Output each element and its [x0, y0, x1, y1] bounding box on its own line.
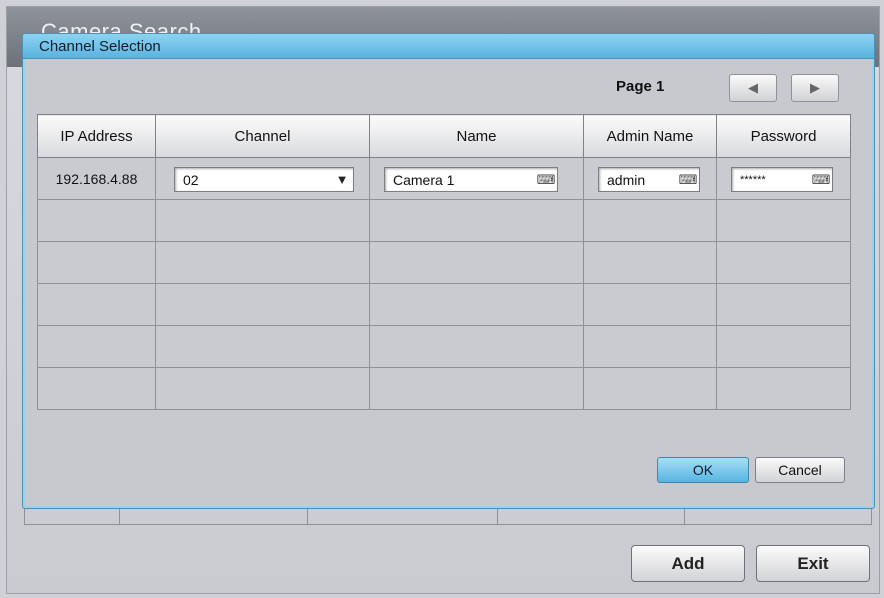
admin-name-field[interactable]: admin ⌨	[598, 167, 700, 192]
channel-value: 02	[183, 171, 199, 188]
channel-table: IP Address Channel Name Admin Name Passw…	[37, 114, 851, 410]
table-header-row: IP Address Channel Name Admin Name Passw…	[37, 114, 851, 158]
camera-name-field[interactable]: Camera 1 ⌨	[384, 167, 558, 192]
triangle-right-icon: ▶	[810, 80, 820, 95]
exit-button[interactable]: Exit	[756, 545, 870, 582]
channel-cell: 02 ▼	[155, 157, 370, 200]
dialog-title: Channel Selection	[39, 38, 161, 55]
prev-page-button[interactable]: ◀	[729, 74, 777, 102]
dropdown-arrow-icon: ▼	[335, 172, 349, 187]
next-page-button[interactable]: ▶	[791, 74, 839, 102]
table-row	[37, 241, 851, 284]
camera-name-value: Camera 1	[393, 171, 455, 188]
column-header-ip-address: IP Address	[37, 114, 156, 158]
triangle-left-icon: ◀	[748, 80, 758, 95]
column-header-admin-name: Admin Name	[583, 114, 717, 158]
ip-address-cell: 192.168.4.88	[37, 157, 156, 200]
admin-name-cell: admin ⌨	[583, 157, 717, 200]
password-field[interactable]: ****** ⌨	[731, 167, 833, 192]
dialog-titlebar: Channel Selection	[23, 34, 874, 59]
admin-name-value: admin	[607, 171, 646, 188]
table-row	[37, 325, 851, 368]
password-value: ******	[740, 173, 766, 186]
keyboard-icon[interactable]: ⌨	[535, 172, 557, 188]
ok-button[interactable]: OK	[657, 457, 749, 483]
keyboard-icon[interactable]: ⌨	[677, 172, 699, 188]
column-header-password: Password	[716, 114, 851, 158]
password-cell: ****** ⌨	[716, 157, 851, 200]
table-row	[37, 367, 851, 410]
cancel-button[interactable]: Cancel	[755, 457, 845, 483]
column-header-name: Name	[369, 114, 584, 158]
name-cell: Camera 1 ⌨	[369, 157, 584, 200]
table-row	[37, 199, 851, 242]
column-header-channel: Channel	[155, 114, 370, 158]
channel-selection-dialog: Channel Selection Page 1 ◀ ▶ IP Address …	[22, 33, 875, 509]
table-row	[37, 283, 851, 326]
channel-dropdown[interactable]: 02 ▼	[174, 167, 354, 192]
page-indicator: Page 1	[616, 78, 665, 95]
table-row: 192.168.4.88 02 ▼ Camera 1 ⌨ admin ⌨ ***…	[37, 157, 851, 200]
keyboard-icon[interactable]: ⌨	[810, 172, 832, 188]
add-button[interactable]: Add	[631, 545, 745, 582]
